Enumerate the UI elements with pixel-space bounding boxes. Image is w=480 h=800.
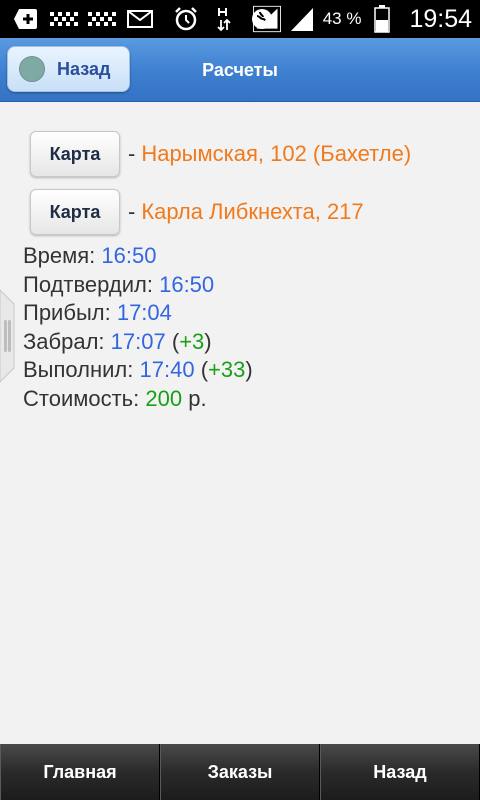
tab-orders[interactable]: Заказы xyxy=(160,744,320,800)
confirmed-value: 16:50 xyxy=(159,271,215,297)
taxi-icon xyxy=(88,6,116,32)
status-bar: 43 % 19:54 xyxy=(0,0,480,38)
picked-row: Забрал: 17:07 (+3) xyxy=(23,328,212,354)
done-row: Выполнил: 17:40 (+33) xyxy=(23,357,253,383)
clock: 19:54 xyxy=(409,4,472,33)
tab-home[interactable]: Главная xyxy=(0,744,160,800)
picked-value: 17:07 xyxy=(110,328,166,354)
map-button[interactable]: Карта xyxy=(30,189,120,235)
cost-label: Стоимость: xyxy=(23,385,140,411)
taxi-icon xyxy=(50,6,78,32)
alarm-icon xyxy=(172,6,200,32)
address-text: Нарымская, 102 (Бахетле) xyxy=(141,141,412,166)
address-row: Карта - Нарымская, 102 (Бахетле) xyxy=(30,131,411,177)
data-arrows-icon xyxy=(210,6,238,32)
address-separator: - xyxy=(128,199,136,224)
cost-row: Стоимость: 200 р. xyxy=(23,385,253,414)
map-button[interactable]: Карта xyxy=(30,131,120,177)
signal-icon xyxy=(288,6,316,32)
time-label: Время: xyxy=(23,243,96,268)
time-value: 16:50 xyxy=(101,243,157,268)
done-delta: +33 xyxy=(208,357,246,383)
cost-value: 200 xyxy=(145,385,183,411)
mail-icon xyxy=(126,6,154,32)
bottom-tab-bar: Главная Заказы Назад xyxy=(0,744,480,800)
tab-back[interactable]: Назад xyxy=(320,744,480,800)
battery-percent: 43 % xyxy=(322,9,362,28)
address-text: Карла Либкнехта, 217 xyxy=(141,199,364,224)
order-details: Время: 16:50 Подтвердил: 16:50 Прибыл: 1… xyxy=(23,242,253,414)
add-box-icon xyxy=(12,6,40,32)
side-drawer-handle[interactable] xyxy=(0,289,16,383)
cost-unit: р. xyxy=(188,385,207,411)
arrived-label: Прибыл: xyxy=(23,300,111,326)
page-title: Расчеты xyxy=(202,59,278,80)
back-circle-icon xyxy=(19,56,45,82)
arrived-value: 17:04 xyxy=(116,300,172,326)
back-button[interactable]: Назад xyxy=(7,46,130,92)
done-value: 17:40 xyxy=(139,357,195,383)
signal-icon xyxy=(252,5,281,33)
picked-delta: +3 xyxy=(179,328,205,354)
battery-icon xyxy=(368,5,396,33)
main-content: Карта - Нарымская, 102 (Бахетле) Карта -… xyxy=(0,102,480,744)
confirmed-row: Подтвердил: 16:50 xyxy=(23,271,253,300)
back-button-label: Назад xyxy=(57,58,111,79)
time-row: Время: 16:50 xyxy=(23,242,253,271)
address-row: Карта - Карла Либкнехта, 217 xyxy=(30,189,364,235)
confirmed-label: Подтвердил: xyxy=(23,271,153,297)
header-bar: Назад Расчеты xyxy=(0,38,480,102)
done-label: Выполнил: xyxy=(23,357,134,383)
picked-label: Забрал: xyxy=(23,328,105,354)
address-separator: - xyxy=(128,141,136,166)
arrived-row: Прибыл: 17:04 xyxy=(23,299,253,328)
